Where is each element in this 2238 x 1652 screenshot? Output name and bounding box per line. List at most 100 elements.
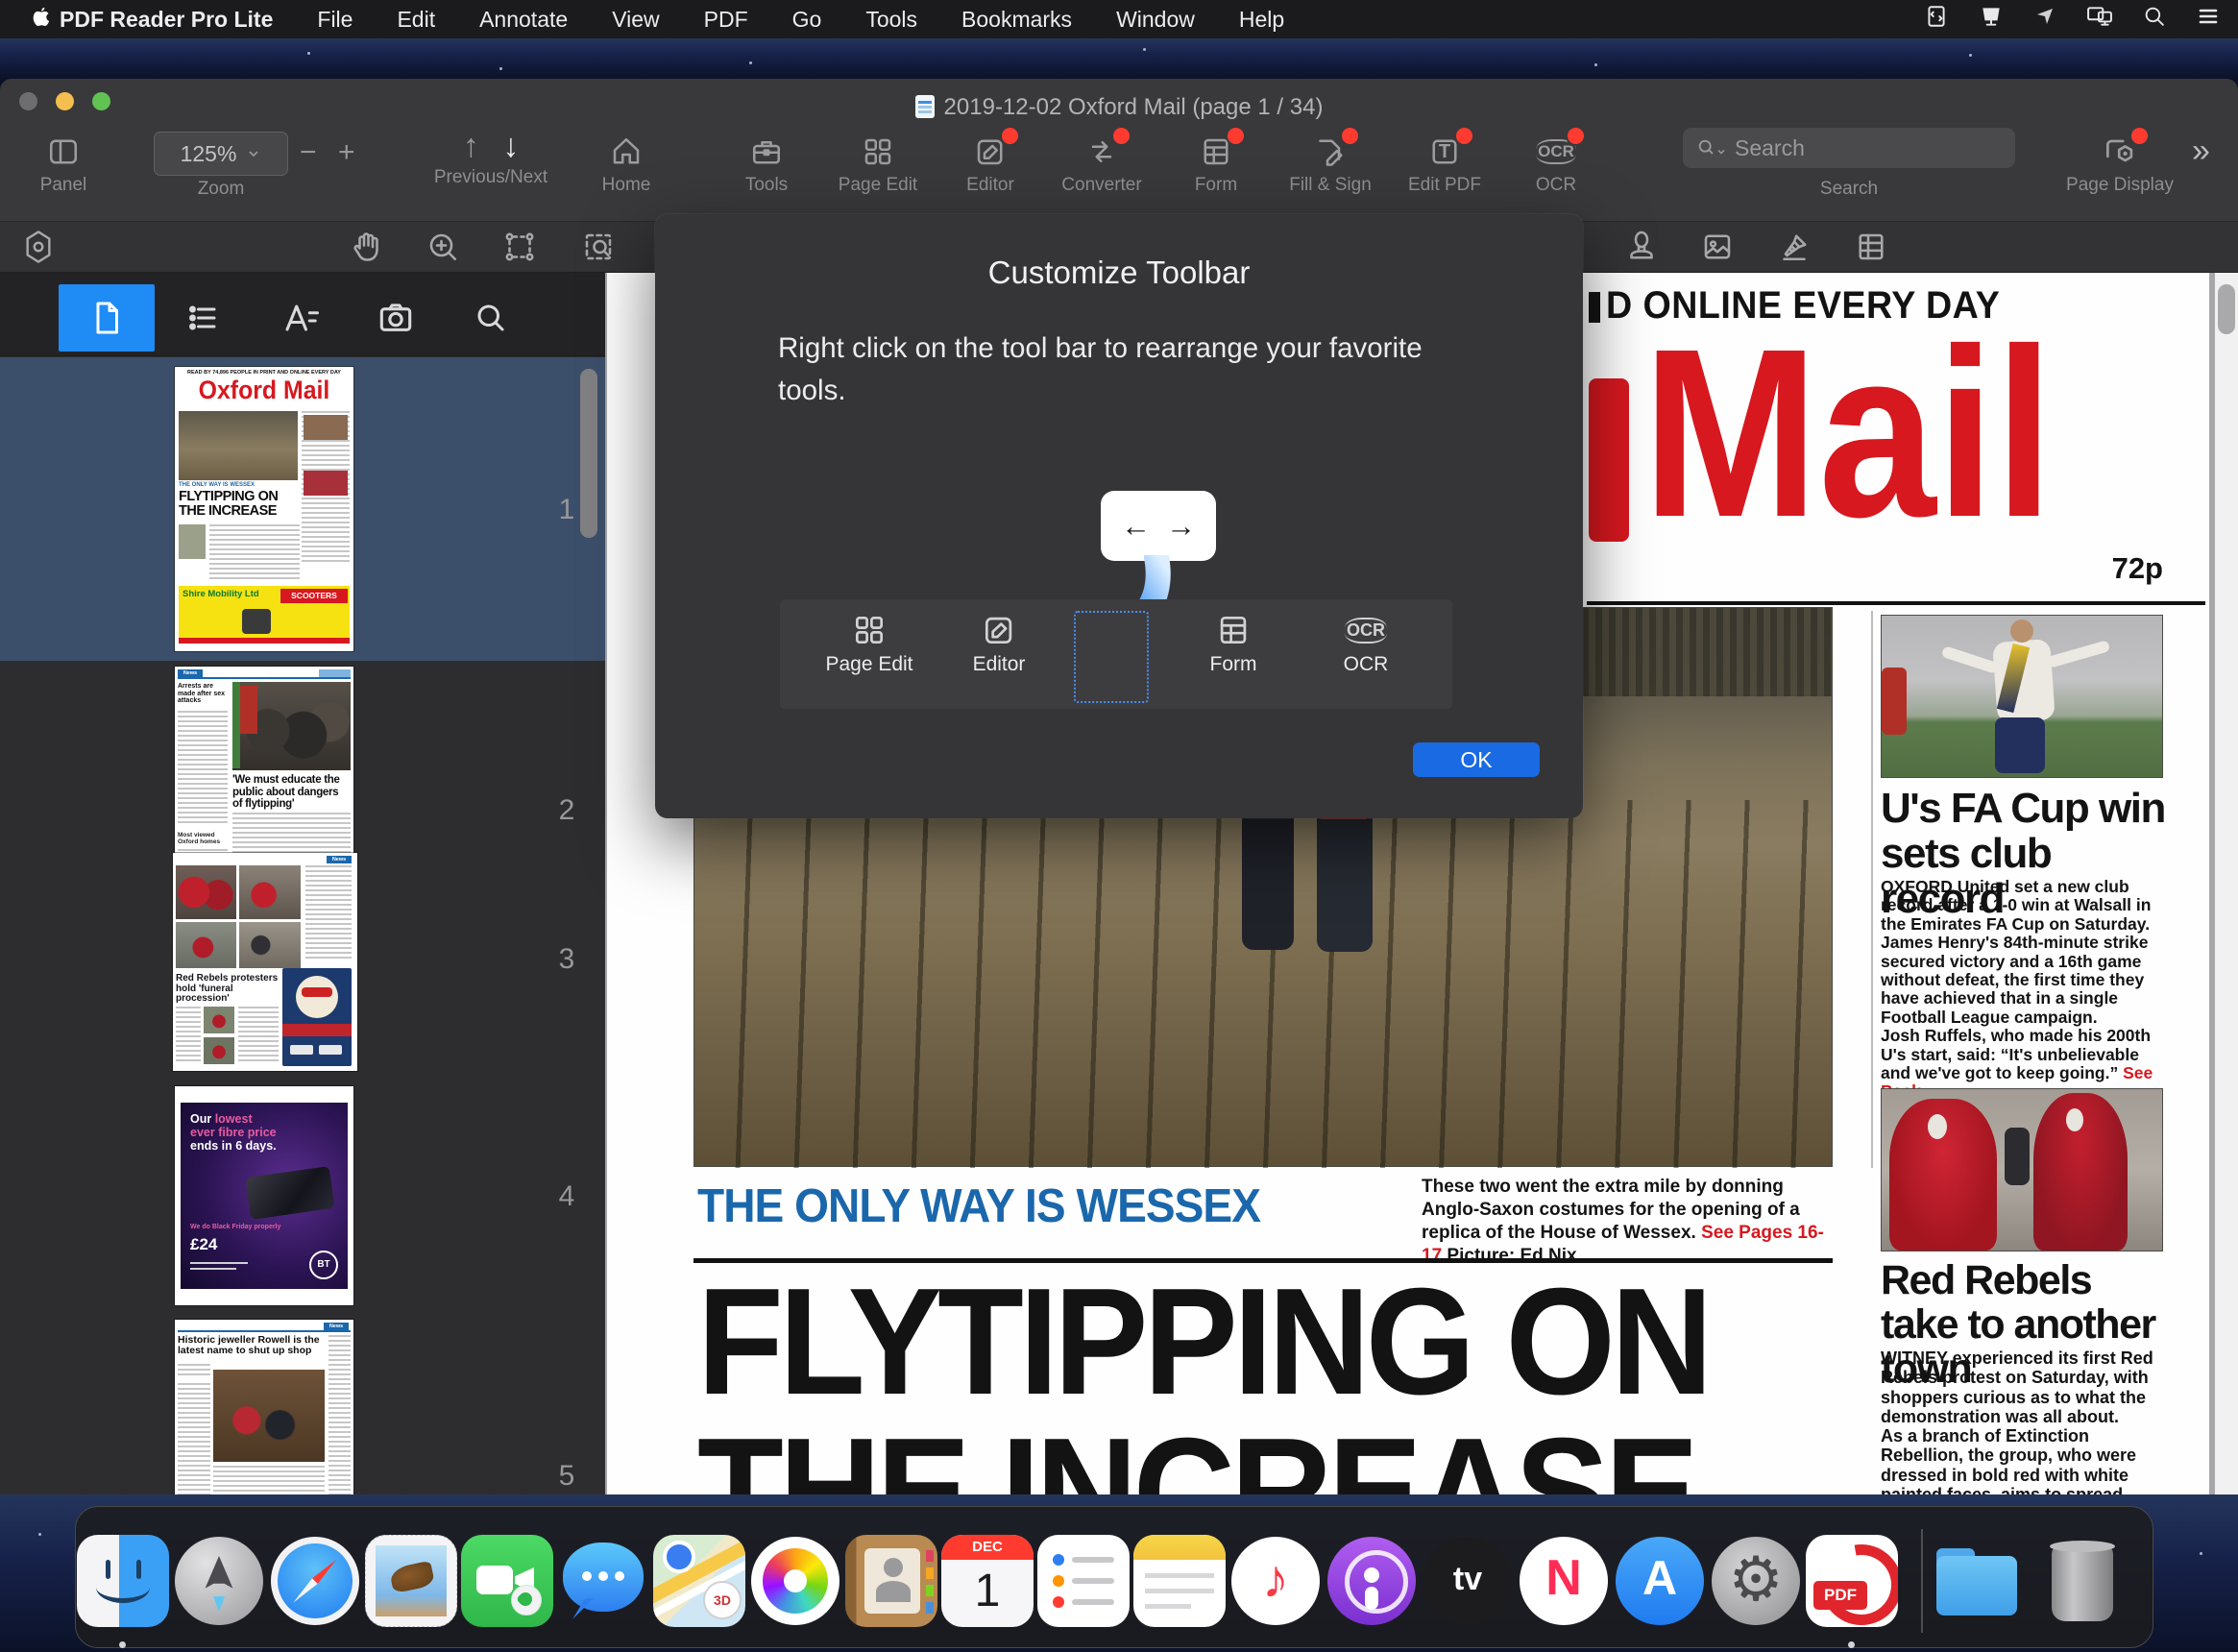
dock-contacts-icon[interactable] xyxy=(845,1535,937,1627)
dock-tv-icon[interactable]: tv xyxy=(1422,1535,1514,1627)
zoom-out-button[interactable]: − xyxy=(300,136,317,169)
photo-caption: These two went the extra mile by donning… xyxy=(1422,1176,1844,1268)
masthead-clipped-letter xyxy=(1589,378,1629,542)
fa-cup-body: OXFORD United set a new club record afte… xyxy=(1881,878,2167,1102)
spotlight-icon[interactable] xyxy=(2143,5,2167,35)
dock-news-icon[interactable]: N xyxy=(1518,1535,1610,1627)
toolbar-fill-sign-button[interactable]: Fill & Sign xyxy=(1275,131,1386,196)
dock-notes-icon[interactable] xyxy=(1133,1535,1226,1627)
zoom-in-button[interactable]: + xyxy=(338,136,355,169)
sidebar-tab-strip xyxy=(0,271,605,356)
sync-icon[interactable] xyxy=(1924,4,1949,35)
menu-edit[interactable]: Edit xyxy=(397,7,435,33)
toolbar-panel-button[interactable]: Panel xyxy=(8,131,119,196)
ok-button[interactable]: OK xyxy=(1413,742,1540,777)
tab-snapshot[interactable] xyxy=(348,284,444,352)
search-area-icon[interactable] xyxy=(579,228,618,266)
dock-pdf-reader-pro-icon[interactable]: PDF xyxy=(1806,1535,1898,1627)
switcher-icon[interactable] xyxy=(2196,5,2221,34)
pdf-scrollbar-thumb[interactable] xyxy=(2218,284,2235,334)
dock-photos-icon[interactable] xyxy=(749,1535,841,1627)
arrow-right-icon: → xyxy=(1166,509,1196,544)
menu-view[interactable]: View xyxy=(612,7,659,33)
dock-trash-icon[interactable] xyxy=(2036,1535,2129,1627)
editor-badge xyxy=(1000,126,1020,146)
sidecar-icon[interactable] xyxy=(1978,4,2005,35)
search-input[interactable]: Search xyxy=(1683,128,2015,168)
menu-annotate[interactable]: Annotate xyxy=(479,7,568,33)
zoom-in-tool-icon[interactable] xyxy=(424,228,462,266)
zoom-dropdown[interactable]: 125% xyxy=(154,132,288,176)
sidebar-scrollbar[interactable] xyxy=(580,369,597,538)
toolbar-home-button[interactable]: Home xyxy=(571,131,682,196)
dock-maps-icon[interactable]: 3D xyxy=(653,1535,745,1627)
search-icon xyxy=(474,301,508,335)
tab-thumbnails[interactable] xyxy=(59,284,155,352)
dialog-tool-editor[interactable]: Editor xyxy=(946,609,1052,676)
menu-bookmarks[interactable]: Bookmarks xyxy=(961,7,1072,33)
dock-podcasts-icon[interactable] xyxy=(1326,1535,1418,1627)
menu-window[interactable]: Window xyxy=(1116,7,1195,33)
thumb5-photo xyxy=(213,1370,325,1462)
red-rebels-body: WITNEY experienced its first Red Rebels … xyxy=(1881,1348,2167,1494)
toolbar-converter-button[interactable]: Converter xyxy=(1046,131,1157,196)
fill-sign-icon xyxy=(1307,131,1353,173)
converter-badge xyxy=(1111,126,1131,146)
dialog-tool-form[interactable]: Form xyxy=(1180,609,1286,676)
dialog-drop-target[interactable] xyxy=(1074,611,1149,703)
tab-search[interactable] xyxy=(443,284,539,352)
dialog-tool-ocr[interactable]: OCR OCR xyxy=(1313,609,1419,676)
table-icon[interactable] xyxy=(1852,228,1890,266)
dock-finder-icon[interactable] xyxy=(77,1535,169,1627)
select-marquee-icon[interactable] xyxy=(500,228,539,266)
page3-thumbnail[interactable]: News Red Rebels protesters hold 'funeral… xyxy=(173,853,357,1071)
page4-thumbnail[interactable]: Our lowest ever fibre price ends in 6 da… xyxy=(175,1086,353,1305)
page1-thumbnail[interactable]: READ BY 74,896 PEOPLE IN PRINT AND ONLIN… xyxy=(175,367,353,651)
toolbar-editor-button[interactable]: Editor xyxy=(935,131,1046,196)
toolbar-page-display-button[interactable]: Page Display xyxy=(2064,131,2176,196)
dock-app-store-icon[interactable]: A xyxy=(1614,1535,1706,1627)
dock-facetime-icon[interactable] xyxy=(461,1535,553,1627)
search-icon xyxy=(1696,137,1717,158)
dialog-tool-page-edit[interactable]: Page Edit xyxy=(816,609,922,676)
tab-outline[interactable] xyxy=(155,284,251,352)
stamp-icon[interactable] xyxy=(1622,228,1661,266)
dock-music-icon[interactable]: ♪ xyxy=(1229,1535,1322,1627)
menu-pdf[interactable]: PDF xyxy=(704,7,748,33)
menu-go[interactable]: Go xyxy=(792,7,822,33)
dock-mail-icon[interactable] xyxy=(365,1535,457,1627)
toolbar-form-button[interactable]: Form xyxy=(1160,131,1272,196)
toolbar-tools-button[interactable]: Tools xyxy=(711,131,822,196)
toolbar-edit-pdf-button[interactable]: T Edit PDF xyxy=(1389,131,1500,196)
next-page-button[interactable]: ↓ xyxy=(502,128,519,164)
menu-help[interactable]: Help xyxy=(1239,7,1284,33)
hand-tool-icon[interactable] xyxy=(348,228,386,266)
toolbar-page-edit-button[interactable]: Page Edit xyxy=(822,131,934,196)
dock-messages-icon[interactable] xyxy=(557,1535,649,1627)
toolbar-more-button[interactable]: » xyxy=(2192,133,2208,170)
pdf-scrollbar-track[interactable] xyxy=(2215,271,2238,1494)
search-label: Search xyxy=(1793,177,1905,200)
editor-icon xyxy=(976,609,1022,651)
dock-system-preferences-icon[interactable]: ⚙ xyxy=(1710,1535,1802,1627)
properties-hexagon-icon[interactable] xyxy=(19,228,58,266)
toolbar-ocr-button[interactable]: OCR OCR xyxy=(1500,131,1612,196)
location-icon[interactable] xyxy=(2033,5,2056,34)
signature-pen-icon[interactable] xyxy=(1775,228,1813,266)
previous-page-button[interactable]: ↑ xyxy=(463,128,479,164)
tab-annotations[interactable] xyxy=(254,284,350,352)
zoom-value: 125% xyxy=(181,141,237,167)
dock-safari-icon[interactable] xyxy=(269,1535,361,1627)
dock-calendar-icon[interactable]: DEC 1 xyxy=(941,1535,1034,1627)
masthead: Mail xyxy=(1642,313,2054,553)
dock-launchpad-icon[interactable] xyxy=(173,1535,265,1627)
menu-file[interactable]: File xyxy=(317,7,353,33)
dock-downloads-folder-icon[interactable] xyxy=(1931,1535,2023,1627)
page5-thumbnail[interactable]: News Historic jeweller Rowell is the lat… xyxy=(175,1320,353,1494)
apple-menu-icon[interactable] xyxy=(27,6,52,38)
app-menu-title[interactable]: PDF Reader Pro Lite xyxy=(60,7,273,33)
image-icon[interactable] xyxy=(1698,228,1737,266)
dock-reminders-icon[interactable] xyxy=(1037,1535,1130,1627)
menu-tools[interactable]: Tools xyxy=(865,7,917,33)
displays-icon[interactable] xyxy=(2085,4,2114,35)
